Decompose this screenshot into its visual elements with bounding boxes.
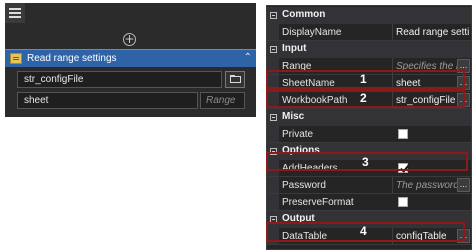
category-input[interactable]: Input [267, 41, 471, 58]
property-row-preserveformat: PreserveFormat [267, 194, 471, 211]
workbook-path-input[interactable]: str_configFile [17, 71, 222, 88]
activity-title: Read range settings [27, 53, 117, 64]
browse-folder-button[interactable] [225, 71, 245, 88]
password-value[interactable]: The password [392, 177, 457, 193]
property-name: Private [282, 129, 314, 140]
preserveformat-checkbox[interactable] [398, 197, 408, 207]
annotation-number: 2 [360, 91, 367, 105]
category-misc[interactable]: Misc [267, 109, 471, 126]
property-row-password: Password The password ... [267, 177, 471, 194]
private-checkbox[interactable] [398, 129, 408, 139]
property-row-displayname: DisplayName Read range setting [267, 24, 471, 41]
excel-read-range-icon [10, 53, 22, 64]
collapse-icon[interactable]: ⌃ [244, 52, 252, 63]
property-row-private: Private [267, 126, 471, 143]
displayname-value[interactable]: Read range setting [392, 24, 470, 40]
annotation-number: 1 [360, 72, 367, 86]
activity-header[interactable]: Read range settings ⌃ [5, 49, 256, 67]
annotation-number: 3 [362, 155, 369, 169]
collapse-icon[interactable] [270, 46, 277, 53]
password-ellipsis-button[interactable]: ... [457, 178, 470, 192]
range-input[interactable]: Range [200, 92, 245, 109]
annotation-number: 4 [360, 224, 367, 238]
collapse-icon[interactable] [270, 12, 277, 19]
workflow-designer: + Read range settings ⌃ str_configFile s… [5, 3, 256, 117]
sheet-name-input[interactable]: sheet [17, 92, 198, 109]
add-activity-icon[interactable]: + [123, 33, 136, 46]
property-name: DisplayName [282, 27, 342, 38]
category-common[interactable]: Common [267, 7, 471, 24]
properties-panel: Common DisplayName Read range setting In… [266, 5, 472, 250]
property-name: PreserveFormat [282, 197, 354, 208]
drag-handle-icon[interactable] [5, 3, 25, 23]
collapse-icon[interactable] [270, 114, 277, 121]
property-name: Password [282, 180, 326, 191]
